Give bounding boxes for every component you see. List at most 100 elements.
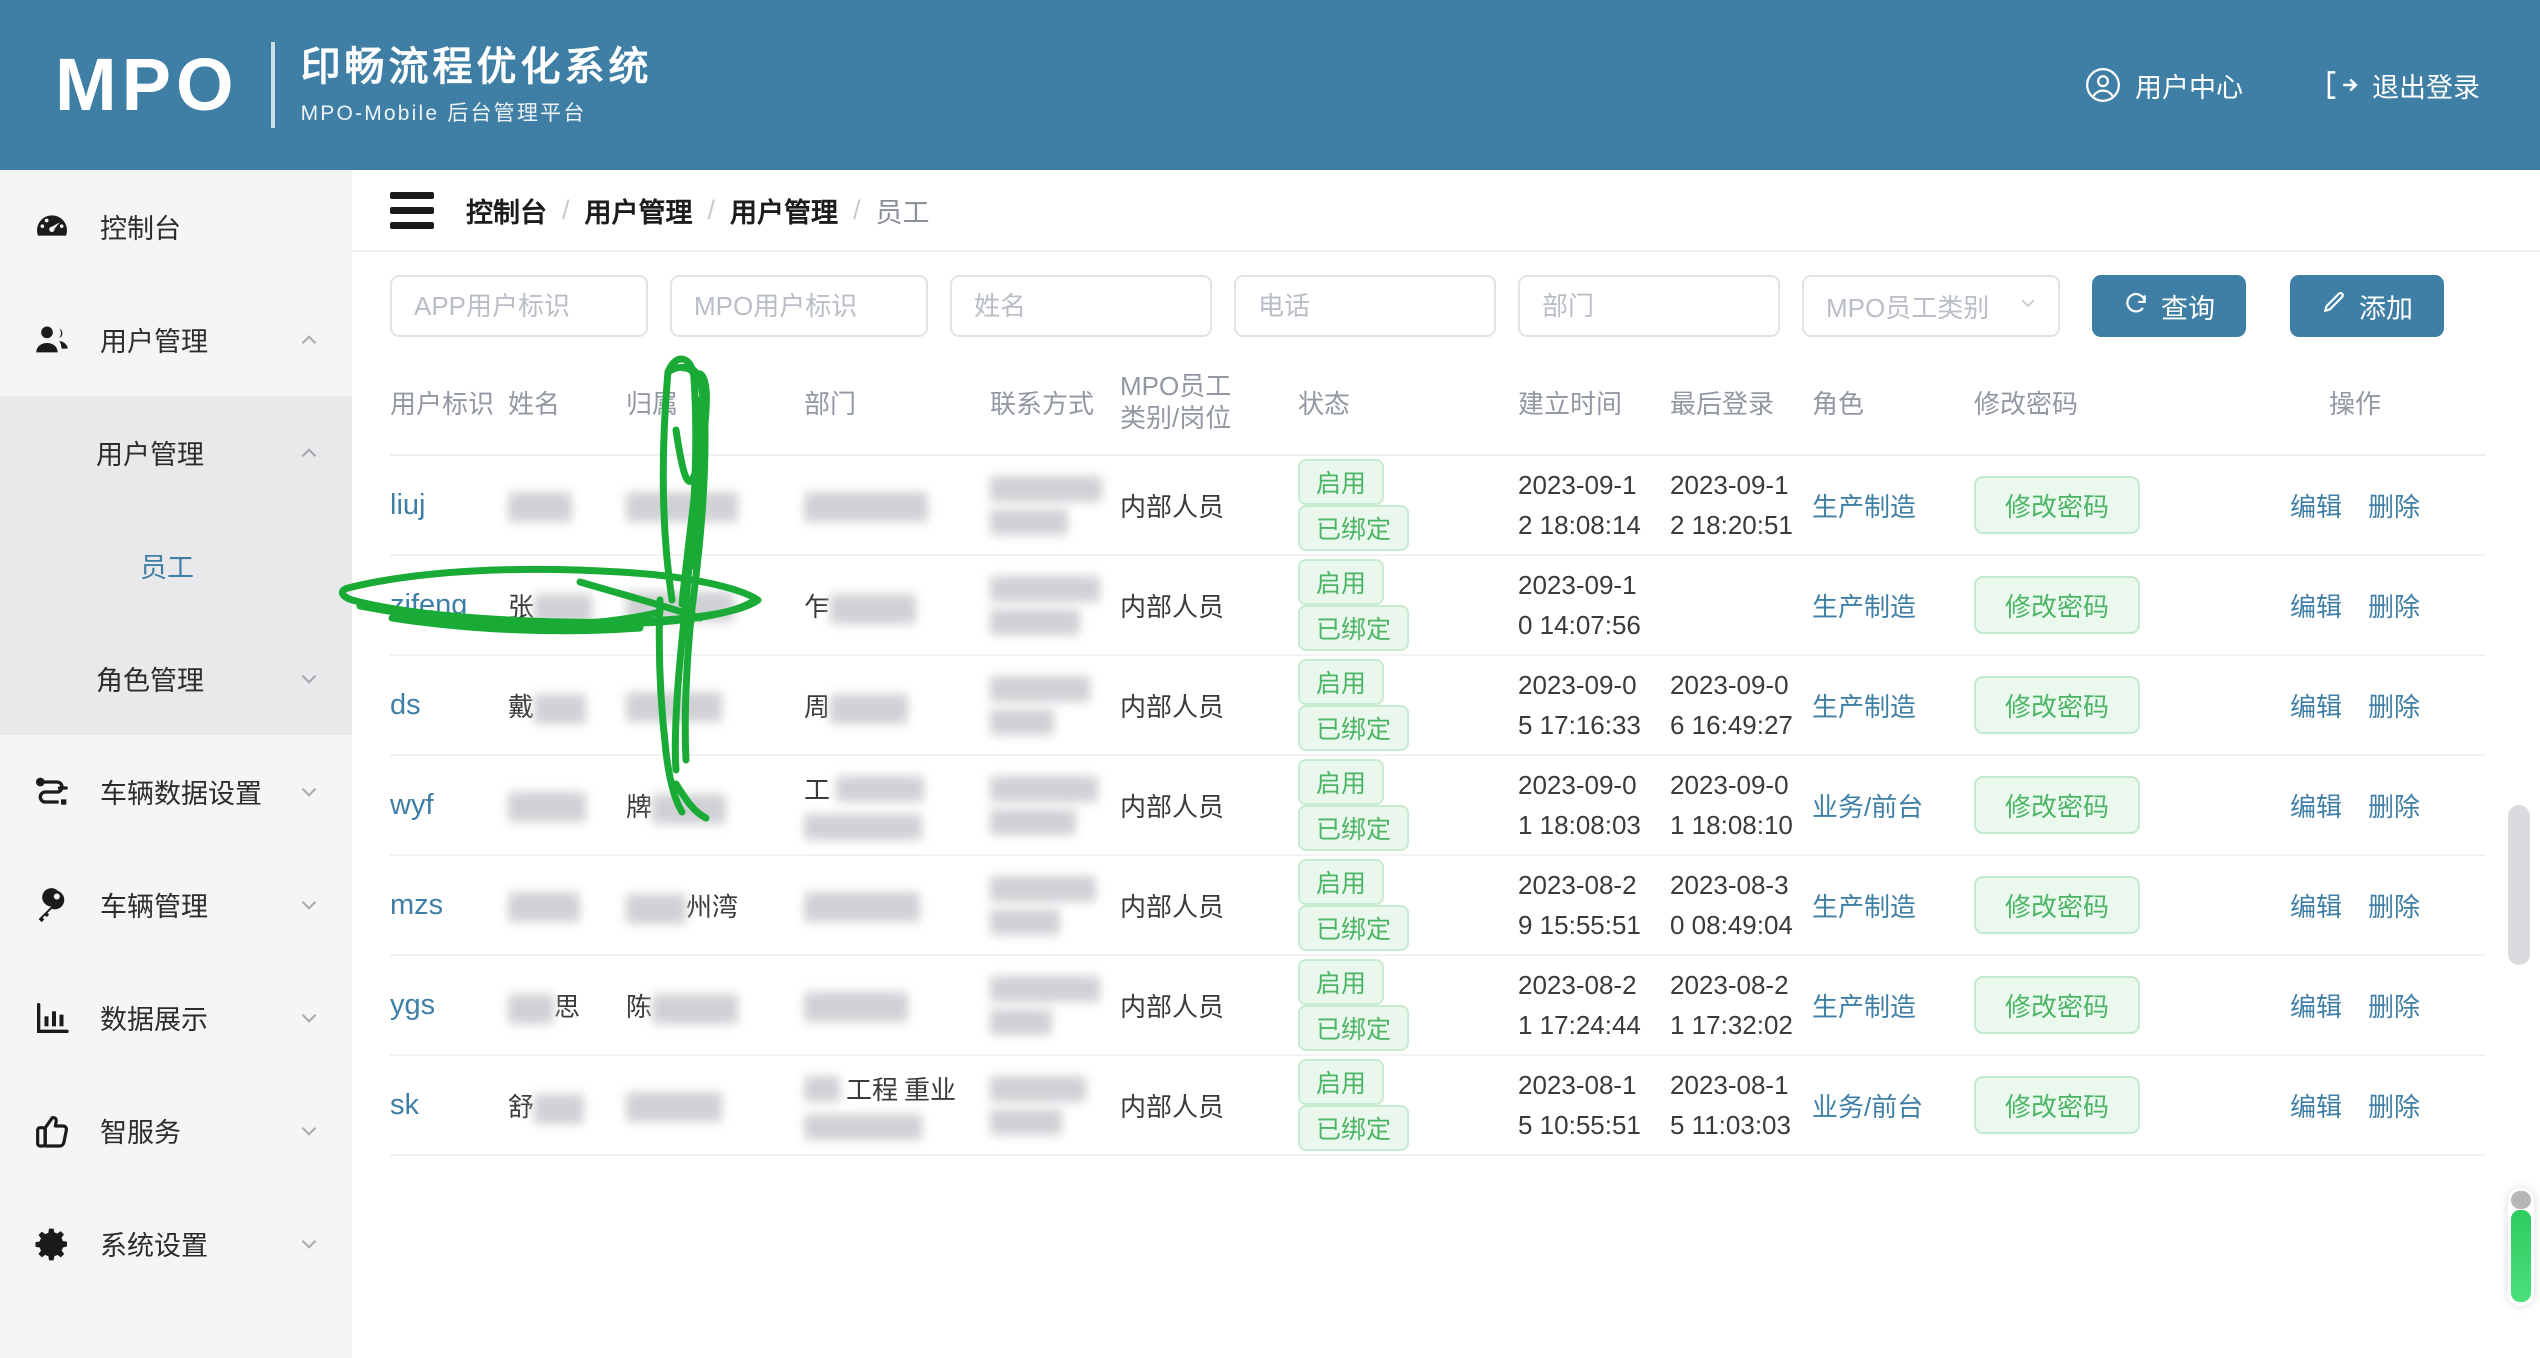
hamburger-icon[interactable] (390, 191, 436, 229)
table-row[interactable]: ds 戴 周 内部人员 启用 已绑定 2023-09-0 5 17:16:33 … (390, 655, 2486, 757)
breadcrumb-item-1[interactable]: 用户管理 (585, 191, 693, 230)
table-row[interactable]: wyf 牌 工 内部人员 启用 已绑定 2023-09-0 1 18:08:03… (390, 755, 2486, 857)
cell-staff-type: 内部人员 (1120, 791, 1225, 822)
table-row[interactable]: mzs 州湾 内部人员 启用 已绑定 2023-08-2 9 15:55:51 … (390, 855, 2486, 957)
breadcrumb-separator: / (853, 194, 861, 225)
cell-user-id[interactable]: ygs (390, 989, 435, 1021)
change-password-button[interactable]: 修改密码 (1974, 976, 2140, 1035)
change-password-button[interactable]: 修改密码 (1974, 676, 2140, 735)
cell-user-id[interactable]: zjfeng (390, 589, 467, 621)
edit-button[interactable]: 编辑 (2290, 787, 2342, 824)
cell-role[interactable]: 生产制造 (1812, 592, 1916, 622)
staff-type-select[interactable]: MPO员工类别 (1802, 275, 2060, 337)
redacted-belong (626, 491, 738, 522)
sidebar-item-employee[interactable]: 员工 (0, 509, 352, 622)
redacted-contact (990, 875, 1120, 935)
redacted-name (508, 491, 572, 522)
scroll-position-indicator[interactable] (2508, 1188, 2534, 1306)
change-password-button[interactable]: 修改密码 (1974, 576, 2140, 635)
sidebar-label-smart-service: 智服务 (100, 1118, 181, 1148)
cell-staff-type: 内部人员 (1120, 691, 1225, 722)
cell-role[interactable]: 生产制造 (1812, 992, 1916, 1022)
phone-input[interactable] (1234, 275, 1496, 337)
edit-button[interactable]: 编辑 (2290, 887, 2342, 924)
cell-user-id[interactable]: wyf (390, 789, 434, 821)
sidebar-item-dashboard[interactable]: 控制台 (0, 170, 352, 283)
delete-button[interactable]: 删除 (2368, 787, 2420, 824)
change-password-button[interactable]: 修改密码 (1974, 776, 2140, 835)
sidebar-label-system-settings: 系统设置 (100, 1231, 208, 1261)
th-staff-type-line1: MPO员工 (1120, 371, 1232, 401)
cell-user-id[interactable]: mzs (390, 889, 443, 921)
sidebar-item-vehicle-management[interactable]: 车辆管理 (0, 848, 352, 961)
cell-name-prefix: 舒 (508, 1091, 535, 1122)
sidebar-submenu: 用户管理 员工 用户管理 角色管理 (0, 396, 352, 735)
th-name: 姓名 (508, 357, 626, 457)
edit-button[interactable]: 编辑 (2290, 487, 2342, 524)
redacted-contact (990, 675, 1120, 735)
delete-button[interactable]: 删除 (2368, 487, 2420, 524)
sidebar-item-user-management[interactable]: 用户管理 (0, 283, 352, 396)
table-row[interactable]: zjfeng 张 乍 内部人员 启用 已绑定 2023-09-1 0 14:07… (390, 555, 2486, 657)
delete-button[interactable]: 删除 (2368, 587, 2420, 624)
edit-button[interactable]: 编辑 (2290, 687, 2342, 724)
brand-divider (270, 42, 275, 128)
sidebar-label-vehicle-data-settings: 车辆数据设置 (100, 779, 262, 809)
logout-label: 退出登录 (2372, 72, 2480, 103)
delete-button[interactable]: 删除 (2368, 1087, 2420, 1124)
table-row[interactable]: liuj 内部人员 启用 已绑定 2023-09-1 2 18:08:14 20… (390, 455, 2486, 557)
sidebar-item-vehicle-data-settings[interactable]: 车辆数据设置 (0, 735, 352, 848)
delete-button[interactable]: 删除 (2368, 687, 2420, 724)
cell-role[interactable]: 生产制造 (1812, 892, 1916, 922)
sidebar-subitem-role-management[interactable]: 用户管理 角色管理 (0, 622, 352, 735)
table-vertical-scrollbar[interactable] (2508, 805, 2530, 965)
delete-button[interactable]: 删除 (2368, 887, 2420, 924)
query-button[interactable]: 查询 (2092, 275, 2246, 337)
change-password-button[interactable]: 修改密码 (1974, 876, 2140, 935)
sidebar-subitem-user-management[interactable]: 用户管理 (0, 396, 352, 509)
sidebar-sublabel-user-management: 用户管理 (96, 440, 204, 470)
cell-role[interactable]: 生产制造 (1812, 692, 1916, 722)
edit-button[interactable]: 编辑 (2290, 587, 2342, 624)
redacted-name (534, 1094, 585, 1124)
cell-created-time: 2023-09-0 1 18:08:03 (1518, 770, 1641, 841)
user-center-button[interactable]: 用户中心 (2084, 66, 2243, 105)
add-button[interactable]: 添加 (2290, 275, 2444, 337)
cell-staff-type: 内部人员 (1120, 591, 1225, 622)
breadcrumb-item-2[interactable]: 用户管理 (730, 191, 838, 230)
cell-role[interactable]: 业务/前台 (1812, 1092, 1923, 1122)
edit-button[interactable]: 编辑 (2290, 987, 2342, 1024)
department-input[interactable] (1518, 275, 1780, 337)
change-password-button[interactable]: 修改密码 (1974, 476, 2140, 535)
brand-title-en: MPO-Mobile 后台管理平台 (300, 101, 587, 125)
redacted-contact (990, 575, 1120, 635)
mpo-user-id-input[interactable] (670, 275, 928, 337)
name-input[interactable] (950, 275, 1212, 337)
edit-button[interactable]: 编辑 (2290, 1087, 2342, 1124)
cell-department-prefix: 周 (804, 691, 831, 722)
delete-button[interactable]: 删除 (2368, 987, 2420, 1024)
staff-type-select-value: MPO员工类别 (1826, 292, 1990, 323)
breadcrumb: 控制台 / 用户管理 / 用户管理 / 员工 (466, 191, 930, 230)
table-row[interactable]: ygs 思 陈 内部人员 启用 已绑定 2023-08-2 1 17:24:44… (390, 955, 2486, 1057)
sidebar-item-system-settings[interactable]: 系统设置 (0, 1187, 352, 1300)
cell-user-id[interactable]: ds (390, 689, 421, 721)
table-row[interactable]: sk 舒 工程 重业 内部人员 启用 已绑定 2023-08-1 5 10:55… (390, 1055, 2486, 1157)
app-user-id-input[interactable] (390, 275, 648, 337)
cell-role[interactable]: 业务/前台 (1812, 792, 1923, 822)
cell-role[interactable]: 生产制造 (1812, 492, 1916, 522)
breadcrumb-item-0[interactable]: 控制台 (466, 191, 547, 230)
breadcrumb-separator: / (562, 194, 570, 225)
sidebar-item-data-display[interactable]: 数据展示 (0, 961, 352, 1074)
cell-created-time: 2023-08-2 1 17:24:44 (1518, 970, 1641, 1041)
logout-button[interactable]: 退出登录 (2321, 66, 2480, 105)
cell-user-id[interactable]: liuj (390, 489, 425, 521)
cell-staff-type: 内部人员 (1120, 1091, 1225, 1122)
sidebar-item-smart-service[interactable]: 智服务 (0, 1074, 352, 1187)
redacted-name (508, 994, 554, 1024)
bar-chart-icon (32, 998, 78, 1038)
redacted-belong (626, 691, 722, 722)
header-nav: 用户中心 退出登录 (2084, 66, 2480, 105)
cell-user-id[interactable]: sk (390, 1089, 419, 1121)
change-password-button[interactable]: 修改密码 (1974, 1076, 2140, 1135)
